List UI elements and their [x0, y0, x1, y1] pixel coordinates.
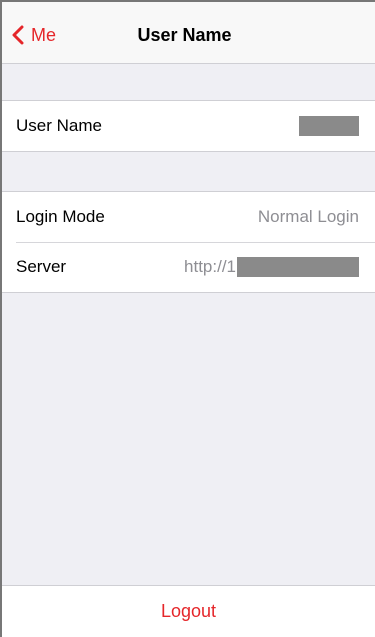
login-mode-label: Login Mode [16, 207, 105, 226]
redacted-server-address [237, 257, 359, 277]
server-value-prefix: http://1 [184, 257, 236, 276]
login-mode-row: Login Mode Normal Login [2, 192, 375, 242]
server-value: http://1 [184, 257, 359, 277]
user-name-label: User Name [16, 116, 102, 135]
redacted-user-name [299, 116, 359, 136]
server-row: Server http://1 [2, 242, 375, 292]
navigation-bar: Me User Name [2, 2, 375, 64]
logout-button[interactable]: Logout [2, 585, 375, 637]
logout-label: Logout [160, 601, 217, 621]
login-mode-value: Normal Login [257, 207, 359, 226]
user-name-value [299, 116, 359, 136]
account-section: User Name [2, 100, 375, 152]
server-label: Server [16, 257, 67, 276]
user-name-row: User Name [2, 101, 375, 151]
connection-section: Login Mode Normal Login Server http://1 [2, 191, 375, 293]
screen: Me User Name User Name Login Mode Normal… [0, 0, 375, 637]
page-title: User Name [137, 25, 232, 45]
